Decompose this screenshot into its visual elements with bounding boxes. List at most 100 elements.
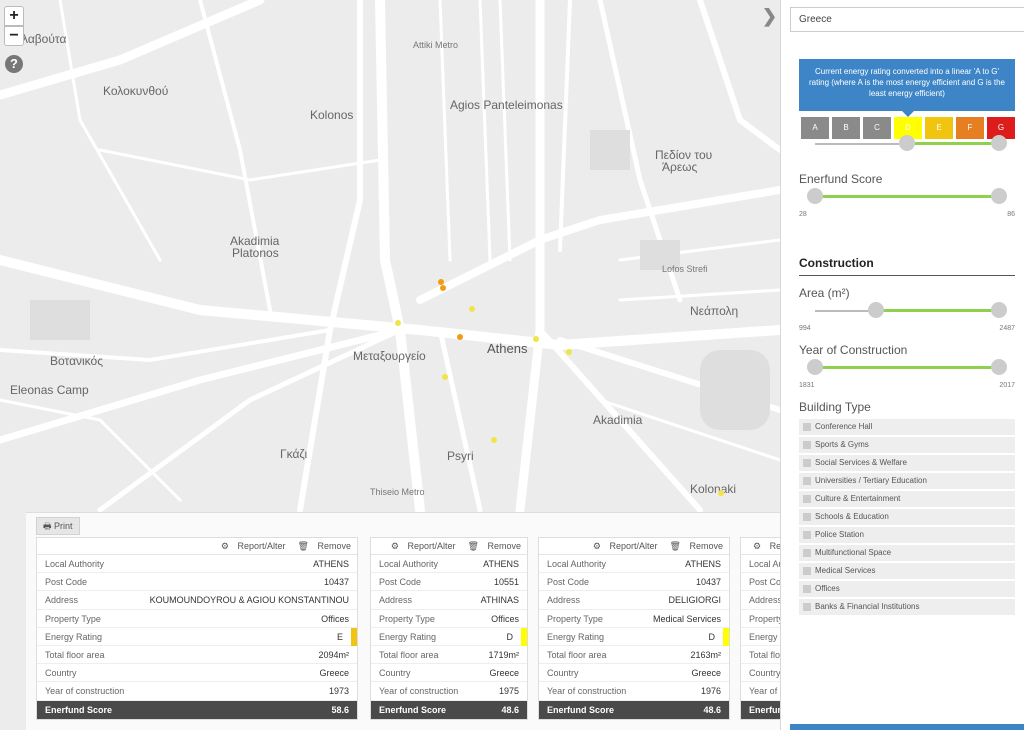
area-slider-min-handle[interactable]	[868, 302, 885, 318]
map-place-label: Agios Panteleimonas	[450, 98, 563, 112]
report-alter-button[interactable]: ⚙ Report/Alter	[215, 541, 286, 551]
property-marker[interactable]	[718, 490, 724, 496]
building-type-label: Social Services & Welfare	[815, 458, 907, 467]
checkbox[interactable]	[803, 441, 811, 449]
property-marker[interactable]	[440, 285, 446, 291]
area-slider-fill	[876, 309, 999, 312]
property-marker[interactable]	[442, 374, 448, 380]
property-marker[interactable]	[566, 349, 572, 355]
remove-label: Remove	[317, 541, 351, 551]
map-place-label: Lofos Strefi	[662, 264, 708, 274]
bug-icon: ⚙	[390, 541, 399, 551]
row-label: Property Type	[379, 613, 435, 624]
checkbox[interactable]	[803, 477, 811, 485]
year-slider-min-handle[interactable]	[807, 359, 823, 375]
bug-icon: ⚙	[592, 541, 601, 551]
card-row: Year of construction 1976	[539, 682, 729, 701]
year-slider-max-handle[interactable]	[991, 359, 1007, 375]
building-type-option[interactable]: Police Station	[799, 527, 1015, 543]
building-type-option[interactable]: Culture & Entertainment	[799, 491, 1015, 507]
building-type-option[interactable]: Medical Services	[799, 563, 1015, 579]
print-button[interactable]: 🖶 Print	[36, 517, 80, 535]
map-place-label: Άρεως	[662, 160, 698, 174]
building-type-option[interactable]: Banks & Financial Institutions	[799, 599, 1015, 615]
building-type-option[interactable]: Schools & Education	[799, 509, 1015, 525]
rating-option[interactable]: B	[832, 117, 860, 139]
row-value: 58.6	[331, 704, 349, 715]
card-row: Local Authority	[741, 555, 780, 574]
building-type-option[interactable]: Universities / Tertiary Education	[799, 473, 1015, 489]
enerfund-slider-max-handle[interactable]	[991, 188, 1007, 204]
report-alter-button[interactable]: ⚙ Report/Alter	[587, 541, 658, 551]
building-type-option[interactable]: Sports & Gyms	[799, 437, 1015, 453]
report-alter-button[interactable]: ⚙ Report/Alter	[385, 541, 456, 551]
rating-option[interactable]: C	[863, 117, 891, 139]
apply-button[interactable]	[790, 724, 1024, 730]
chevron-right-icon[interactable]: ❯	[762, 6, 777, 27]
building-type-option[interactable]: Conference Hall	[799, 419, 1015, 435]
report-alter-button[interactable]: ⚙ Report/Alter	[747, 541, 780, 551]
trash-icon: 🗑	[297, 541, 309, 551]
print-icon: 🖶	[43, 521, 52, 531]
trash-icon: 🗑	[669, 541, 681, 551]
row-label: Country	[547, 668, 579, 679]
checkbox[interactable]	[803, 459, 811, 467]
building-type-option[interactable]: Offices	[799, 581, 1015, 597]
card-row: Property Type Offices	[371, 610, 527, 628]
checkbox[interactable]	[803, 423, 811, 431]
building-type-label: Conference Hall	[815, 422, 873, 431]
card-row: Country	[741, 664, 780, 683]
remove-label: Remove	[487, 541, 521, 551]
rating-color-bar	[723, 627, 729, 646]
property-marker[interactable]	[469, 306, 475, 312]
map-place-label: λαβούτα	[22, 32, 67, 46]
row-label: Address	[547, 595, 581, 606]
checkbox[interactable]	[803, 567, 811, 575]
row-label: Property Type	[45, 613, 101, 624]
remove-button[interactable]: 🗑 Remove	[664, 541, 723, 551]
card-actions: ⚙ Report/Alter 🗑 Remove	[371, 538, 527, 555]
card-actions: ⚙ Report/Alter 🗑 Remove	[37, 538, 357, 555]
checkbox[interactable]	[803, 549, 811, 557]
checkbox[interactable]	[803, 603, 811, 611]
map-place-label: Akadimia	[593, 413, 643, 427]
property-marker[interactable]	[533, 336, 539, 342]
year-min-label: 1831	[799, 382, 815, 389]
rating-option[interactable]: E	[925, 117, 953, 139]
property-marker[interactable]	[395, 320, 401, 326]
zoom-in-button[interactable]: +	[4, 6, 24, 26]
row-value: Medical Services	[652, 613, 721, 624]
property-marker[interactable]	[491, 437, 497, 443]
row-value: 10437	[323, 577, 349, 588]
building-type-option[interactable]: Social Services & Welfare	[799, 455, 1015, 471]
checkbox[interactable]	[803, 513, 811, 521]
filter-sidebar: Greece Current energy rating converted i…	[780, 0, 1024, 730]
checkbox[interactable]	[803, 531, 811, 539]
rating-option[interactable]: F	[956, 117, 984, 139]
row-label: Local Authority	[379, 559, 439, 569]
rating-slider-max-handle[interactable]	[991, 135, 1007, 151]
building-type-label: Offices	[815, 584, 840, 593]
building-type-option[interactable]: Multifunctional Space	[799, 545, 1015, 561]
remove-button[interactable]: 🗑 Remove	[292, 541, 351, 551]
help-icon[interactable]: ?	[5, 55, 23, 73]
card-row: Post Code 10551	[371, 573, 527, 592]
rating-option[interactable]: A	[801, 117, 829, 139]
zoom-out-button[interactable]: −	[4, 26, 24, 46]
row-label: Year of construction	[45, 686, 125, 697]
area-slider-max-handle[interactable]	[991, 302, 1007, 318]
property-marker[interactable]	[457, 334, 463, 340]
card-row: Year of construction 1975	[371, 682, 527, 701]
remove-button[interactable]: 🗑 Remove	[462, 541, 521, 551]
rating-slider-min-handle[interactable]	[899, 135, 915, 151]
card-row: Address KOUMOUNDOYROU & AGIOU KONSTANTINO…	[37, 591, 357, 610]
row-value: D	[708, 631, 716, 642]
card-actions: ⚙ Report/Alter🗑 Remove	[741, 538, 780, 555]
row-label: Total floor area	[749, 649, 780, 660]
map-place-label: Kolonos	[310, 108, 354, 122]
checkbox[interactable]	[803, 585, 811, 593]
country-input[interactable]: Greece	[790, 7, 1024, 32]
enerfund-slider-min-handle[interactable]	[807, 188, 823, 204]
checkbox[interactable]	[803, 495, 811, 503]
remove-label: Remove	[689, 541, 723, 551]
